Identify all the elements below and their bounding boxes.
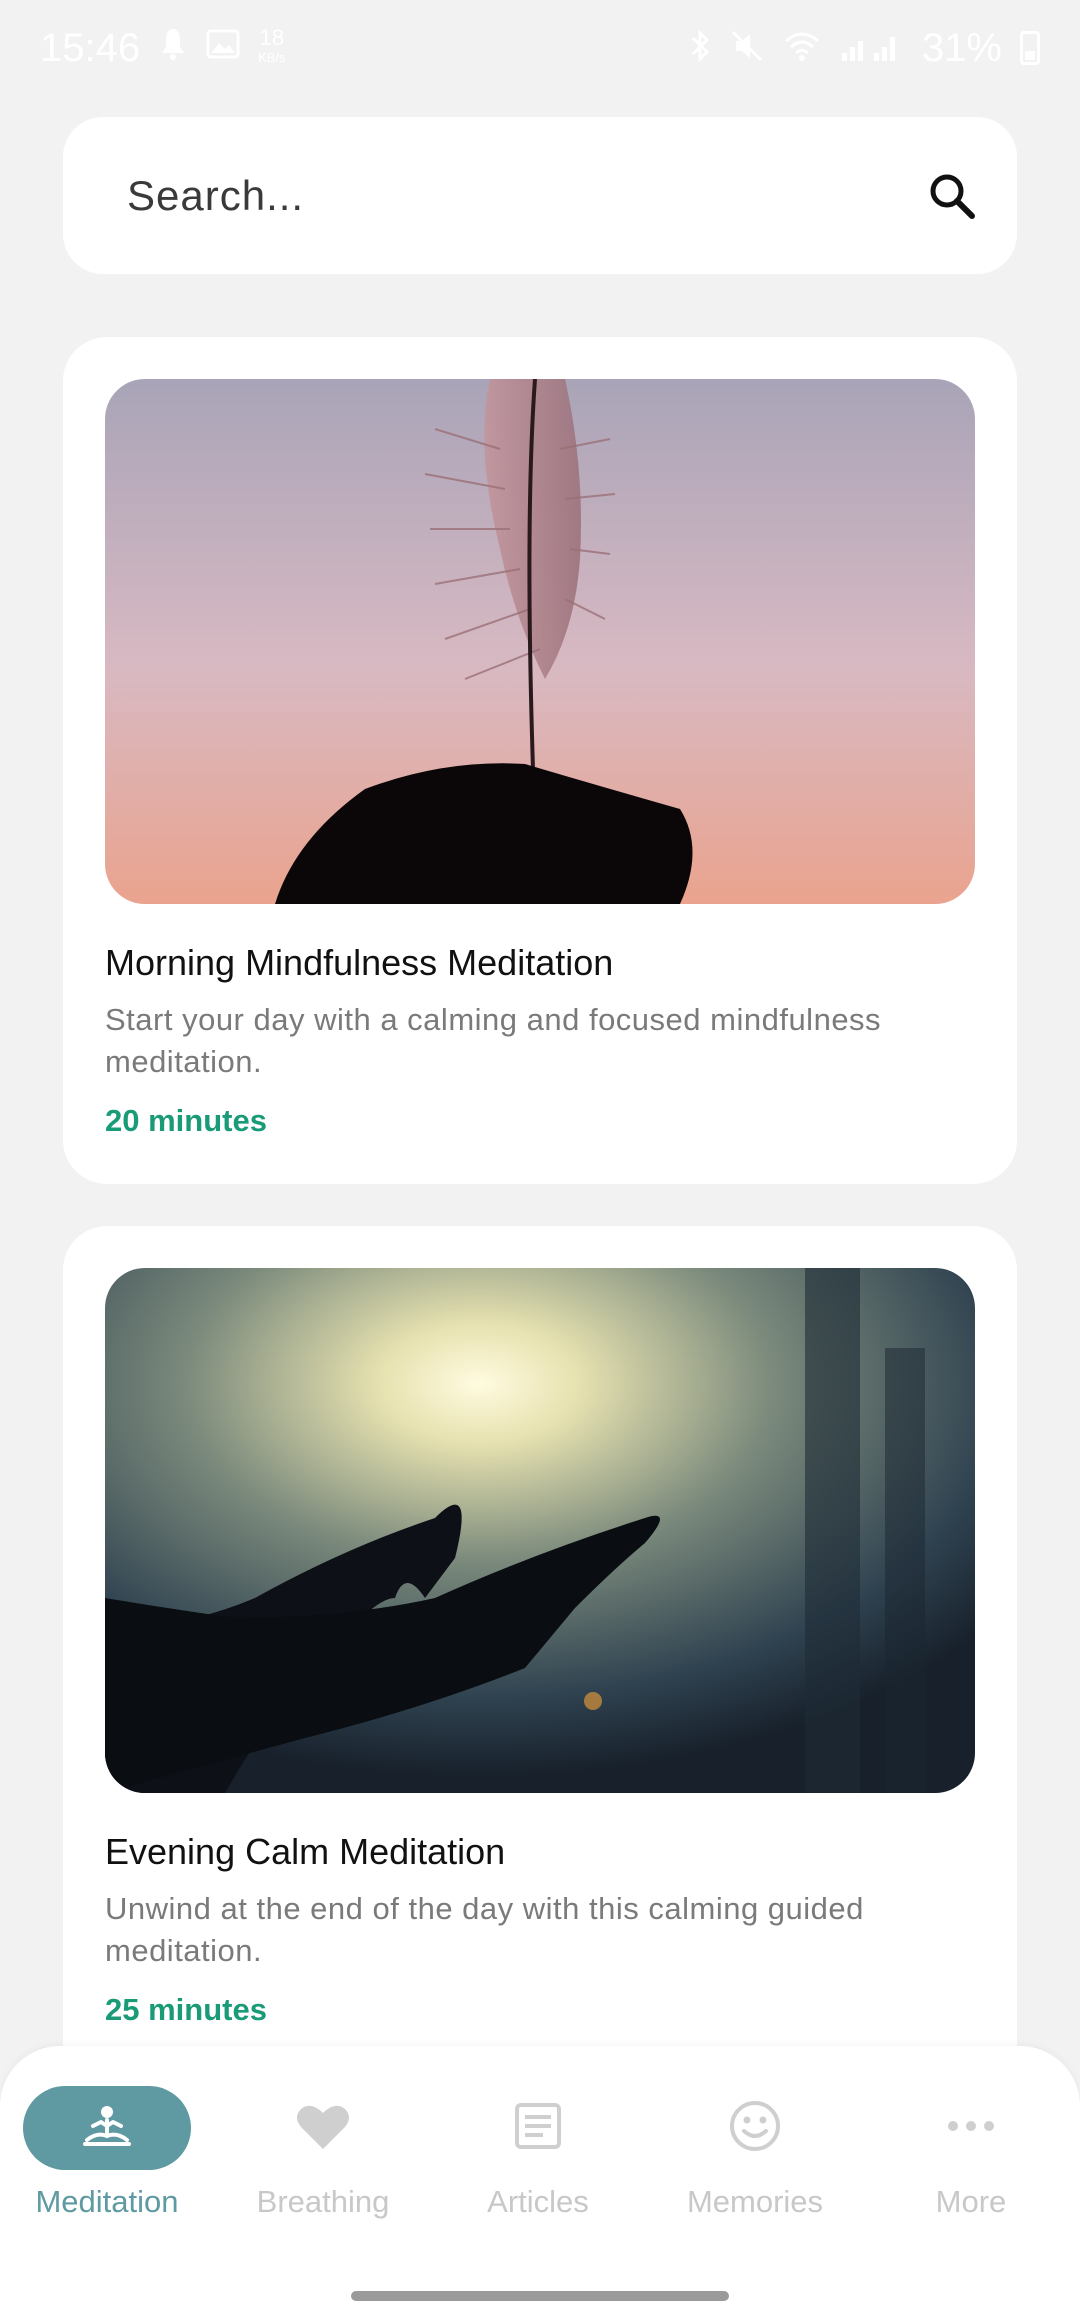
status-right: 31% (690, 26, 1040, 71)
card-title: Evening Calm Meditation (105, 1831, 506, 1872)
article-icon (513, 2101, 563, 2156)
card-description: Start your day with a calming and focuse… (105, 1002, 882, 1079)
wifi-icon (782, 29, 822, 68)
battery-icon (1020, 31, 1040, 65)
nav-item-more[interactable]: More (876, 2086, 1066, 2236)
nav-icon-container (671, 2086, 839, 2170)
network-speed: 18 KB/s (258, 25, 286, 68)
search-icon[interactable] (923, 167, 981, 225)
nav-label-articles: Articles (487, 2184, 589, 2219)
network-speed-value: 18 (259, 25, 285, 50)
meditation-card[interactable]: Morning Mindfulness Meditation Start you… (63, 337, 1017, 1184)
smiley-icon (728, 2099, 782, 2158)
nav-icon-container (239, 2086, 407, 2170)
bottom-navigation: Meditation Breathing Articles Memories M… (0, 2046, 1080, 2316)
signal-icon (840, 29, 904, 68)
nav-item-breathing[interactable]: Breathing (228, 2086, 418, 2236)
gallery-icon (206, 29, 240, 68)
nav-item-articles[interactable]: Articles (443, 2086, 633, 2236)
meditation-card[interactable]: Evening Calm Meditation Unwind at the en… (63, 1226, 1017, 2126)
bluetooth-icon (690, 28, 712, 68)
mute-icon (730, 29, 764, 68)
status-time: 15:46 (40, 25, 141, 70)
search-bar[interactable] (63, 117, 1017, 274)
meditation-icon (81, 2104, 133, 2153)
nav-label-more: More (935, 2184, 1007, 2219)
more-icon (946, 2119, 996, 2138)
heart-icon (295, 2101, 351, 2156)
card-description: Unwind at the end of the day with this c… (105, 1891, 864, 1968)
network-speed-unit: KB/s (258, 50, 286, 65)
battery-percentage: 31% (921, 25, 1002, 70)
nav-item-memories[interactable]: Memories (660, 2086, 850, 2236)
nav-label-breathing: Breathing (256, 2184, 390, 2219)
card-duration: 20 minutes (105, 1103, 267, 1138)
search-input[interactable] (127, 171, 907, 220)
status-left: 15:46 18 KB/s (40, 26, 286, 71)
card-image-hands (105, 1268, 975, 1793)
card-image-feather (105, 379, 975, 904)
card-duration: 25 minutes (105, 1992, 267, 2027)
nav-label-meditation: Meditation (35, 2184, 179, 2219)
nav-icon-container (454, 2086, 622, 2170)
nav-label-memories: Memories (686, 2184, 824, 2219)
card-title: Morning Mindfulness Meditation (105, 942, 614, 983)
nav-icon-container (887, 2086, 1055, 2170)
nav-icon-container (23, 2086, 191, 2170)
nav-item-meditation[interactable]: Meditation (12, 2086, 202, 2236)
status-bar: 15:46 18 KB/s 31% (0, 0, 1080, 96)
home-indicator[interactable] (351, 2291, 729, 2301)
notification-icon (158, 27, 188, 70)
